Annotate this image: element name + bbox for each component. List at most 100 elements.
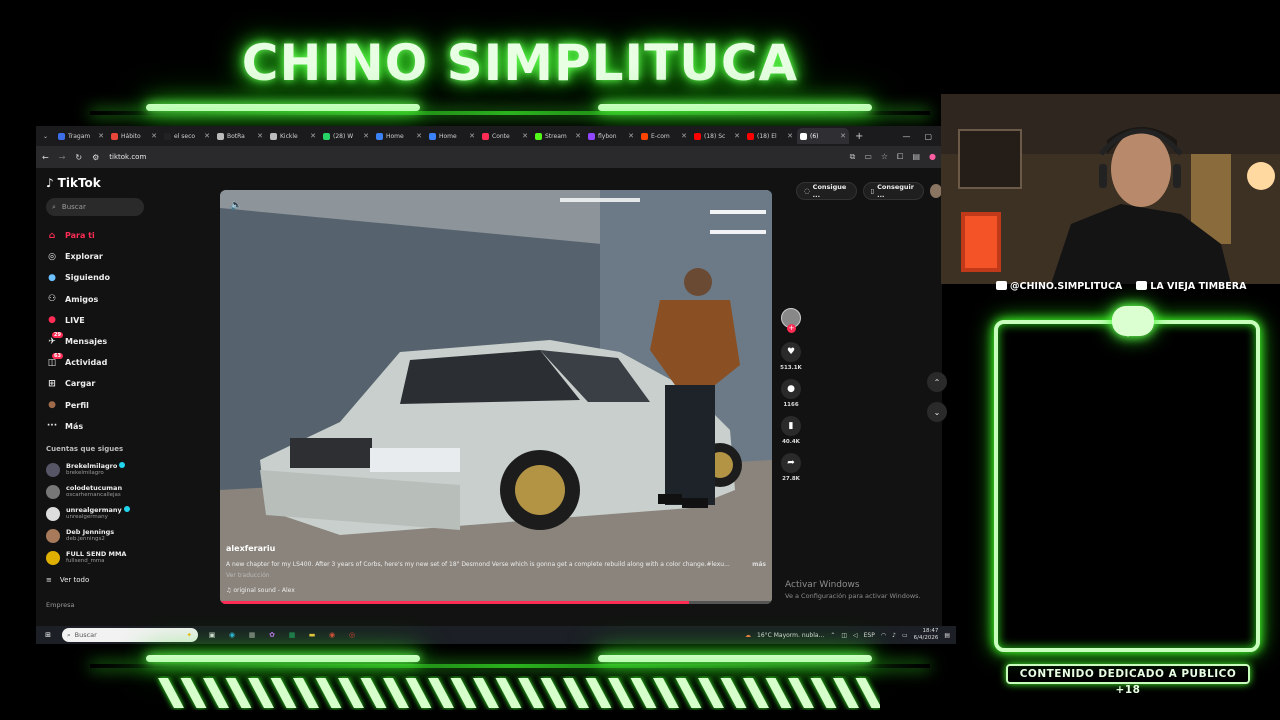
volume-icon[interactable]: 🔈 [230,200,242,211]
maximize-icon[interactable]: ▢ [924,132,932,141]
video-username[interactable]: alexferariu [226,544,766,553]
see-all-button[interactable]: ≡ Ver todo [46,571,206,589]
browser-tab[interactable]: (18) Sc ✕ [691,128,743,144]
browser-tab[interactable]: (28) W ✕ [320,128,372,144]
tab-close-icon[interactable]: ✕ [363,132,369,140]
follow-plus-icon[interactable]: + [787,324,796,333]
next-video-button[interactable]: ⌄ [927,402,947,422]
browser-tab[interactable]: Home ✕ [373,128,425,144]
get-app-button[interactable]: ▯ Conseguir ... [862,182,925,200]
sidebar-item-perfil[interactable]: ● Perfil [46,395,206,416]
tab-close-icon[interactable]: ✕ [522,132,528,140]
sidepanel-icon[interactable]: ▤ [912,152,920,162]
sidebar-item-para-ti[interactable]: ⌂ Para ti [46,225,206,246]
tab-close-icon[interactable]: ✕ [840,132,846,140]
save-button[interactable]: ▮ 40.4K [781,416,801,445]
followed-account[interactable]: colodetucuman oscarhernancallejas [46,481,206,503]
browser-tab[interactable]: Hábito ✕ [108,128,160,144]
sidebar-item-siguiendo[interactable]: ● Siguiendo [46,267,206,288]
sidebar-item-actividad[interactable]: ◫ 63 Actividad [46,352,206,373]
tab-close-icon[interactable]: ✕ [204,132,210,140]
tab-close-icon[interactable]: ✕ [787,132,793,140]
caption-more-button[interactable]: más [752,561,766,568]
sidebar-item-mensajes[interactable]: ✈ 29 Mensajes [46,331,206,352]
taskbar-clock[interactable]: 18:47 6/4/2026 [914,628,939,642]
search-input[interactable]: ⌕ Buscar [46,198,144,216]
start-button-icon[interactable]: ⊞ [42,629,54,641]
tab-close-icon[interactable]: ✕ [98,132,104,140]
file-explorer-icon[interactable]: ▬ [306,629,318,641]
tab-close-icon[interactable]: ✕ [575,132,581,140]
calendar-app-icon[interactable]: ▦ [246,629,258,641]
notifications-icon[interactable]: ▤ [944,632,950,639]
battery-icon[interactable]: ▭ [902,632,908,639]
url-field[interactable]: tiktok.com [109,153,146,161]
browser-tab[interactable]: Kickle ✕ [267,128,319,144]
sidebar-item-cargar[interactable]: ⊞ Cargar [46,373,206,394]
forward-icon[interactable]: → [59,153,66,162]
tab-list-button[interactable]: ⌄ [40,128,54,144]
network-icon[interactable]: ◫ [841,632,847,639]
browser-tab[interactable]: flybon ✕ [585,128,637,144]
translate-link[interactable]: Ver traducción [226,572,766,579]
translate-icon[interactable]: ⧉ [850,152,856,162]
followed-account[interactable]: FULL SEND MMA fullsend_mma [46,547,206,569]
tab-close-icon[interactable]: ✕ [469,132,475,140]
wifi-icon[interactable]: ◠ [881,632,886,639]
browser-tab[interactable]: E-com ✕ [638,128,690,144]
new-tab-button[interactable]: + [850,131,868,142]
volume-tray-icon[interactable]: ♪ [892,632,896,639]
tab-close-icon[interactable]: ✕ [734,132,740,140]
taskbar-search[interactable]: ⌕ Buscar ✦ [62,628,198,642]
extensions-icon[interactable]: ⧠ [897,152,903,162]
browser-tab[interactable]: el seco ✕ [161,128,213,144]
browser-tab[interactable]: Home ✕ [426,128,478,144]
sidebar-item-explorar[interactable]: ◎ Explorar [46,246,206,267]
copilot-icon[interactable]: ✿ [266,629,278,641]
company-link[interactable]: Empresa [46,601,206,609]
tab-close-icon[interactable]: ✕ [310,132,316,140]
site-info-icon[interactable]: ⚙ [92,153,99,162]
browser-tab[interactable]: BotRa ✕ [214,128,266,144]
sound-link[interactable]: ♫ original sound - Alex [226,587,766,594]
tray-expand-icon[interactable]: ⌃ [830,632,835,639]
obs-icon[interactable]: ◎ [346,629,358,641]
followed-account[interactable]: Deb Jennings deb.jennings2 [46,525,206,547]
followed-account[interactable]: Brekelmilagro brekelmilagro [46,459,206,481]
share-button[interactable]: ➦ 27.8K [781,453,801,482]
edge-icon[interactable]: ◉ [226,629,238,641]
previous-video-button[interactable]: ⌃ [927,372,947,392]
sidebar-item-live[interactable]: ● LIVE [46,310,206,331]
sidebar-item-ms[interactable]: ··· Más [46,416,206,437]
back-icon[interactable]: ← [42,153,49,162]
chrome-icon[interactable]: ◉ [326,629,338,641]
excel-icon[interactable]: ▦ [286,629,298,641]
tab-close-icon[interactable]: ✕ [681,132,687,140]
get-coins-button[interactable]: ◌ Consigue ... [796,182,857,200]
task-view-icon[interactable]: ▣ [206,629,218,641]
browser-tab[interactable]: (6) ✕ [797,128,849,144]
reload-icon[interactable]: ↻ [75,153,82,162]
cast-icon[interactable]: ▭ [864,152,872,162]
weather-text[interactable]: 16°C Mayorm. nubla... [757,632,824,639]
speaker-icon[interactable]: ◁ [853,632,858,639]
tab-close-icon[interactable]: ✕ [416,132,422,140]
video-player[interactable]: 🔈 alexferariu A new chapter for my LS400… [220,190,772,604]
tab-close-icon[interactable]: ✕ [628,132,634,140]
browser-tab[interactable]: Stream ✕ [532,128,584,144]
tab-close-icon[interactable]: ✕ [257,132,263,140]
sidebar-item-amigos[interactable]: ⚇ Amigos [46,289,206,310]
browser-tab[interactable]: (18) El ✕ [744,128,796,144]
video-progress-bar[interactable] [220,601,772,604]
followed-account[interactable]: unrealgermany unrealgermany [46,503,206,525]
tiktok-logo[interactable]: ♪ TikTok [46,176,206,190]
profile-avatar-icon[interactable]: ● [929,152,936,162]
tab-close-icon[interactable]: ✕ [151,132,157,140]
bookmark-star-icon[interactable]: ☆ [881,152,888,162]
like-button[interactable]: ♥ 513.1K [780,342,802,371]
language-indicator[interactable]: ESP [864,632,875,639]
comment-button[interactable]: ● 1166 [781,379,801,408]
browser-tab[interactable]: Conte ✕ [479,128,531,144]
minimize-icon[interactable]: — [902,132,910,141]
creator-avatar[interactable]: + [781,308,801,333]
